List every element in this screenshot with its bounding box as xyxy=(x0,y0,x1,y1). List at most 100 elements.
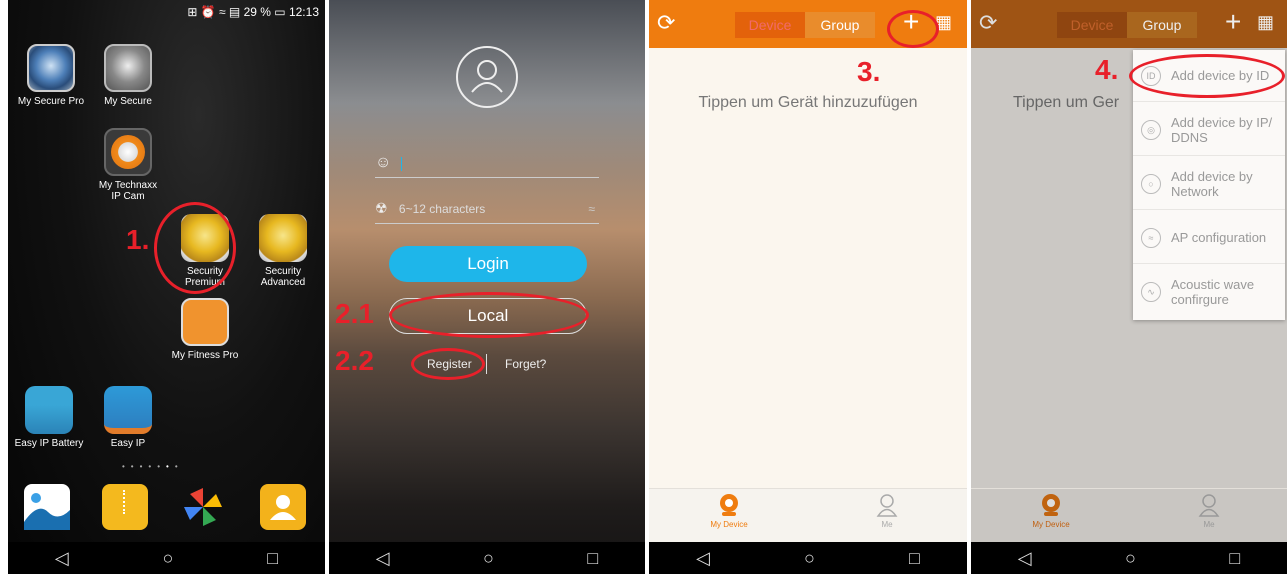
home-icon[interactable]: ○ xyxy=(804,548,815,569)
username-field[interactable]: ☺ xyxy=(375,154,599,178)
person-icon xyxy=(1198,493,1220,517)
page-indicator: ••••••• xyxy=(122,462,184,471)
add-device-menu-panel: ⟳ Device Group + ▦ Tippen um Ger ID Add … xyxy=(971,0,1287,574)
tab-device[interactable]: Device xyxy=(1057,12,1127,38)
tab-group[interactable]: Group xyxy=(1127,12,1197,38)
segment-control: Device Group xyxy=(1057,12,1197,38)
tab-device[interactable]: Device xyxy=(735,12,805,38)
nav-bar: ◁ ○ □ xyxy=(971,542,1287,574)
avatar-icon xyxy=(456,46,518,108)
menu-item-add-by-ip[interactable]: ◎ Add device by IP/ DDNS xyxy=(1133,104,1285,156)
login-button[interactable]: Login xyxy=(389,246,587,282)
refresh-icon[interactable]: ⟳ xyxy=(979,10,997,36)
refresh-icon[interactable]: ⟳ xyxy=(657,10,675,36)
grid-view-icon[interactable]: ▦ xyxy=(1257,12,1274,33)
forget-link[interactable]: Forget? xyxy=(505,357,546,371)
app-easy-ip[interactable]: Easy IP xyxy=(93,386,163,449)
lock-icon: ☢ xyxy=(375,200,388,216)
app-label: My Fitness Pro xyxy=(171,350,239,361)
tab-me[interactable]: Me xyxy=(1169,493,1249,529)
nav-bar: ◁ ○ □ xyxy=(8,542,325,574)
nav-bar: ◁ ○ □ xyxy=(329,542,645,574)
recents-icon[interactable]: □ xyxy=(267,548,278,569)
back-icon[interactable]: ◁ xyxy=(376,548,390,569)
annotation-step-4: 4. xyxy=(1095,54,1119,85)
user-icon: ☺ xyxy=(375,154,392,171)
menu-item-acoustic-wave[interactable]: ∿ Acoustic wave confirgure xyxy=(1133,266,1285,318)
easy-ip-icon xyxy=(104,386,152,434)
home-icon[interactable]: ○ xyxy=(1125,548,1136,569)
empty-hint[interactable]: Tippen um Gerät hinzuzufügen xyxy=(649,94,967,112)
nav-bar: ◁ ○ □ xyxy=(649,542,967,574)
network-icon: ○ xyxy=(1141,173,1161,194)
link-divider xyxy=(486,354,487,374)
annotation-step-2-1: 2.1 xyxy=(335,298,374,329)
easy-ip-battery-icon xyxy=(25,386,73,434)
gallery-icon[interactable] xyxy=(24,484,70,530)
annotation-step-3: 3. xyxy=(857,56,881,87)
home-camera-icon xyxy=(104,128,152,176)
annotation-ellipse-add-by-id xyxy=(1129,54,1285,98)
show-password-icon[interactable]: ≈ xyxy=(588,202,595,216)
menu-item-label: Add device by Network xyxy=(1171,168,1253,199)
my-secure-icon xyxy=(104,44,152,92)
tab-my-device[interactable]: My Device xyxy=(1011,493,1091,529)
tab-label: Me xyxy=(881,520,893,529)
app-my-secure-pro[interactable]: My Secure Pro xyxy=(16,44,86,107)
app-label: Easy IP Battery xyxy=(14,438,84,449)
recents-icon[interactable]: □ xyxy=(1229,548,1240,569)
app-label: My Technaxx IP Cam xyxy=(98,180,158,202)
app-my-technaxx-ip-cam[interactable]: My Technaxx IP Cam xyxy=(93,128,163,202)
menu-item-ap-configuration[interactable]: ≈ AP configuration xyxy=(1133,212,1285,264)
tab-label: Me xyxy=(1203,520,1215,529)
globe-icon: ◎ xyxy=(1141,119,1161,140)
wave-icon: ∿ xyxy=(1141,282,1161,302)
my-secure-pro-icon xyxy=(27,44,75,92)
tab-my-device[interactable]: My Device xyxy=(689,493,769,529)
camera-icon xyxy=(1040,493,1062,517)
menu-item-add-by-network[interactable]: ○ Add device by Network xyxy=(1133,158,1285,210)
menu-item-label: Acoustic wave confirgure xyxy=(1171,277,1255,307)
segment-control: Device Group xyxy=(735,12,875,38)
tab-me[interactable]: Me xyxy=(847,493,927,529)
login-panel: ☺ ☢ 6~12 characters ≈ Login Local Regist… xyxy=(329,0,645,574)
app-label: My Secure Pro xyxy=(17,96,85,107)
device-list-panel: ⟳ Device Group + ▦ Tippen um Gerät hinzu… xyxy=(649,0,967,574)
app-easy-ip-battery[interactable]: Easy IP Battery xyxy=(14,386,84,449)
wifi-icon: ≈ xyxy=(1141,227,1161,248)
recents-icon[interactable]: □ xyxy=(909,548,920,569)
photos-icon[interactable] xyxy=(180,484,226,530)
home-icon[interactable]: ○ xyxy=(483,548,494,569)
status-bar: ⊞ ⏰ ≈ ▤ 29 % ▭ 12:13 xyxy=(187,5,319,19)
recents-icon[interactable]: □ xyxy=(587,548,598,569)
back-icon[interactable]: ◁ xyxy=(1018,548,1032,569)
files-icon[interactable] xyxy=(102,484,148,530)
app-label: My Secure xyxy=(104,96,152,107)
app-label: Easy IP xyxy=(110,438,146,449)
contacts-icon[interactable] xyxy=(260,484,306,530)
back-icon[interactable]: ◁ xyxy=(696,548,710,569)
add-icon[interactable]: + xyxy=(1225,6,1241,38)
home-screen-panel: ⊞ ⏰ ≈ ▤ 29 % ▭ 12:13 My Secure Pro My Se… xyxy=(8,0,325,574)
bottom-tab-bar: My Device Me xyxy=(649,488,967,542)
annotation-step-2-2: 2.2 xyxy=(335,345,374,376)
app-my-secure[interactable]: My Secure xyxy=(93,44,163,107)
annotation-ellipse-add xyxy=(887,10,939,48)
tab-label: My Device xyxy=(1032,520,1070,529)
annotation-step-1: 1. xyxy=(126,224,150,255)
annotation-ellipse-register xyxy=(411,348,485,380)
app-my-fitness-pro[interactable]: My Fitness Pro xyxy=(170,298,240,361)
annotation-ellipse-1 xyxy=(154,202,236,294)
menu-item-label: AP configuration xyxy=(1171,230,1267,245)
person-icon xyxy=(876,493,898,517)
annotation-ellipse-local xyxy=(389,292,589,338)
back-icon[interactable]: ◁ xyxy=(55,548,69,569)
password-field[interactable]: ☢ 6~12 characters ≈ xyxy=(375,200,599,224)
top-bar: ⟳ Device Group + ▦ xyxy=(971,0,1287,48)
security-advanced-icon xyxy=(259,214,307,262)
menu-item-label: Add device by IP/ DDNS xyxy=(1171,114,1273,145)
app-security-advanced[interactable]: Security Advanced xyxy=(248,214,318,288)
tab-label: My Device xyxy=(710,520,748,529)
tab-group[interactable]: Group xyxy=(805,12,875,38)
home-icon[interactable]: ○ xyxy=(163,548,174,569)
